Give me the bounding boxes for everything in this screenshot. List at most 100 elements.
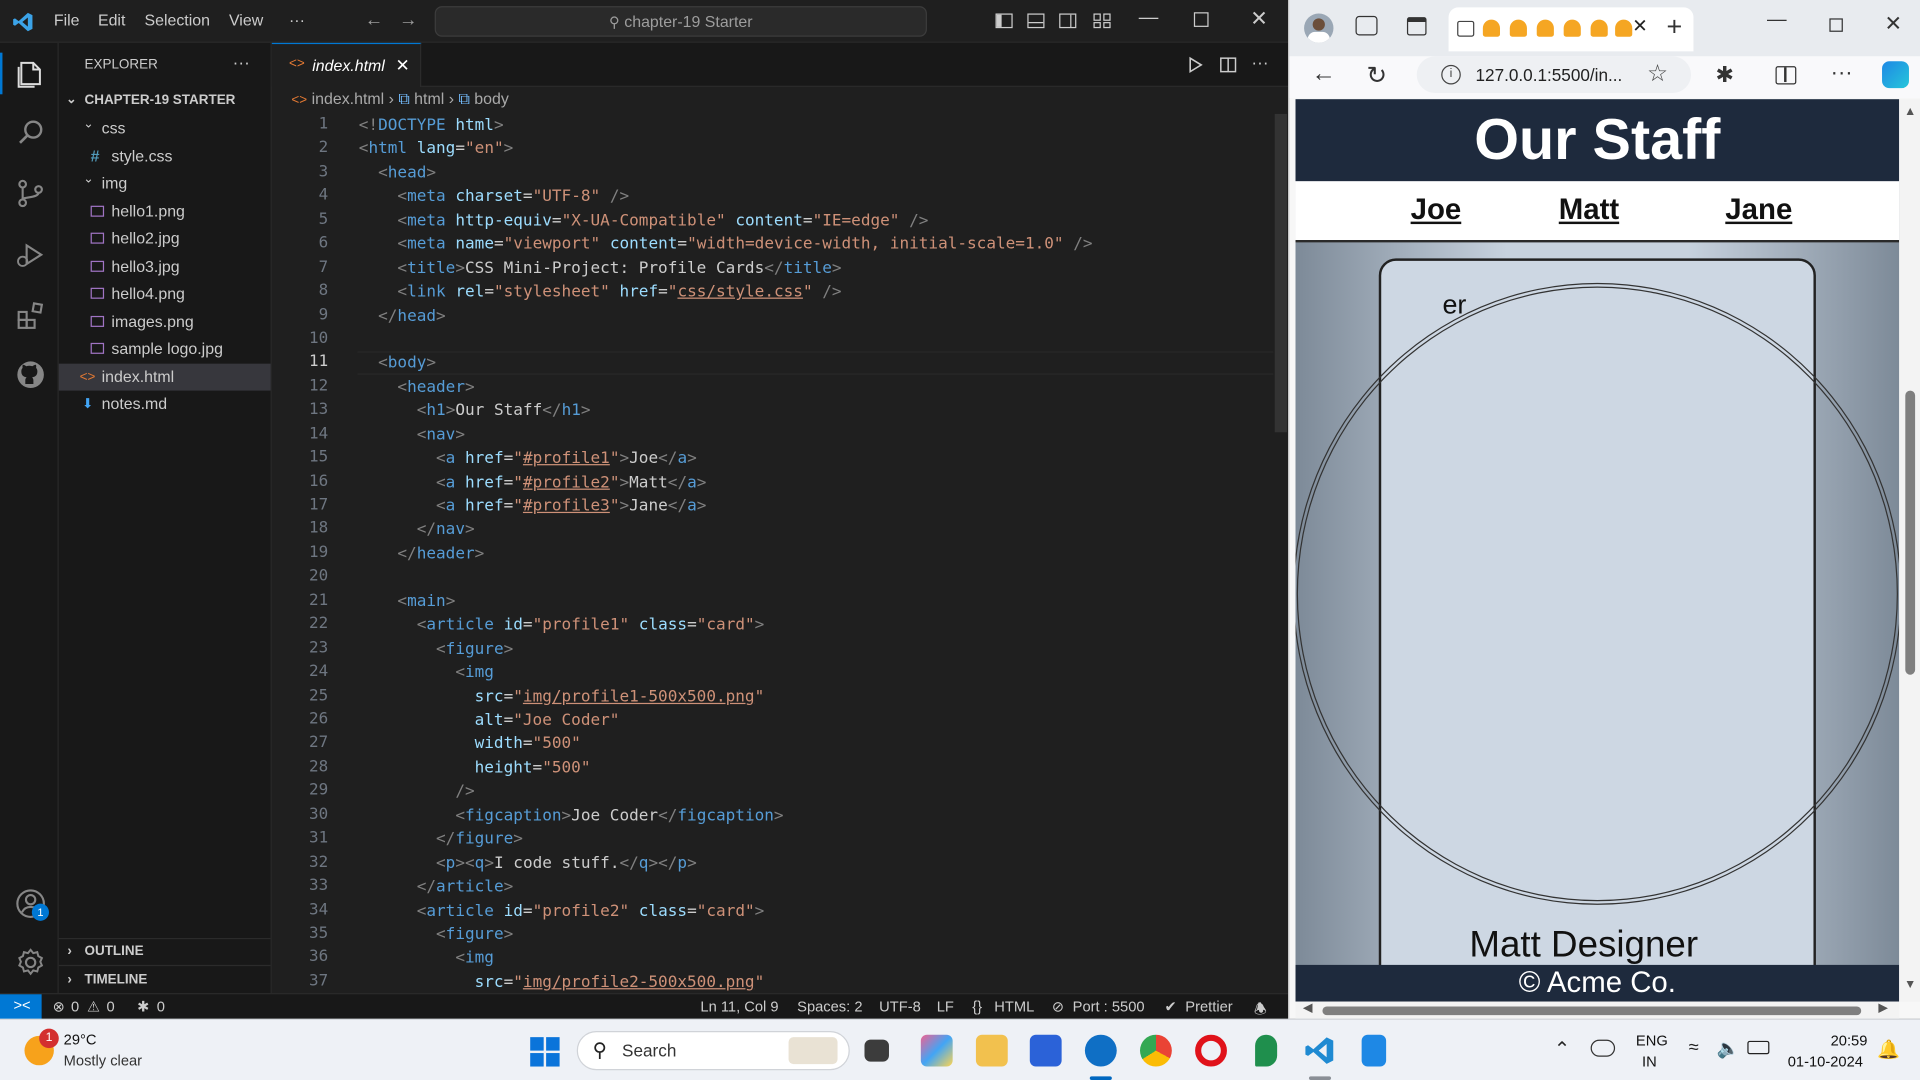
- source-control-icon[interactable]: [15, 178, 47, 210]
- editor-more-icon[interactable]: ···: [1251, 53, 1268, 73]
- nav-link-matt[interactable]: Matt: [1559, 193, 1619, 227]
- microsoft-store-icon[interactable]: [1029, 1034, 1062, 1067]
- maximize-icon[interactable]: [1193, 12, 1209, 27]
- page-horizontal-scrollbar[interactable]: ◀ ▶: [1295, 1001, 1900, 1019]
- scroll-right-icon[interactable]: ▶: [1878, 1002, 1887, 1015]
- weather-temp[interactable]: 29°C: [64, 1031, 97, 1048]
- tree-file-sample-logo[interactable]: sample logo.jpg: [59, 336, 271, 363]
- cursor-position[interactable]: Ln 11, Col 9: [700, 998, 778, 1015]
- opera-icon[interactable]: [1195, 1034, 1227, 1067]
- indentation[interactable]: Spaces: 2: [797, 998, 862, 1015]
- explorer-icon[interactable]: [15, 58, 47, 90]
- favorite-star-icon[interactable]: ☆: [1647, 56, 1668, 93]
- taskbar-search[interactable]: ⚲ Search: [576, 1031, 850, 1071]
- ports-count[interactable]: 0: [157, 998, 165, 1015]
- back-arrow-icon[interactable]: ←: [365, 10, 383, 31]
- chrome-icon[interactable]: [1140, 1034, 1172, 1067]
- tree-file-images[interactable]: images.png: [59, 309, 271, 336]
- close-window-icon[interactable]: ✕: [1884, 12, 1901, 36]
- command-center[interactable]: ⚲ chapter-19 Starter: [434, 6, 927, 37]
- task-view-icon[interactable]: [864, 1039, 889, 1062]
- file-explorer-icon[interactable]: [975, 1034, 1008, 1067]
- tree-file-index-html[interactable]: <> index.html: [58, 363, 271, 391]
- workspace-root[interactable]: ⌄ CHAPTER-19 STARTER: [59, 87, 271, 114]
- error-count[interactable]: 0: [71, 998, 79, 1015]
- breadcrumb-body[interactable]: body: [474, 89, 509, 107]
- warning-icon[interactable]: ⚠: [87, 998, 100, 1015]
- ports-icon[interactable]: ✱: [137, 998, 149, 1015]
- vscode-taskbar-icon[interactable]: [1304, 1035, 1336, 1067]
- extensions-puzzle-icon[interactable]: ✱: [1716, 62, 1734, 88]
- battery-icon[interactable]: [1747, 1040, 1770, 1055]
- run-icon[interactable]: [1187, 56, 1204, 74]
- tree-folder-img[interactable]: ⌄ img: [59, 170, 271, 197]
- nav-link-jane[interactable]: Jane: [1725, 193, 1792, 227]
- toggle-primary-sidebar-icon[interactable]: [994, 11, 1014, 31]
- refresh-icon[interactable]: ↻: [1367, 60, 1388, 91]
- code-editor[interactable]: <!DOCTYPE html> <html lang="en"> <head> <…: [359, 114, 1275, 993]
- active-browser-tab[interactable]: ✕: [1448, 7, 1694, 52]
- customize-layout-icon[interactable]: [1092, 11, 1112, 31]
- tree-file-hello2[interactable]: hello2.jpg: [59, 225, 271, 252]
- search-view-icon[interactable]: [15, 116, 47, 148]
- settings-gear-icon[interactable]: [15, 947, 47, 979]
- edge-icon[interactable]: [1084, 1034, 1117, 1067]
- warning-count[interactable]: 0: [107, 998, 115, 1015]
- volume-icon[interactable]: 🔈: [1717, 1037, 1740, 1059]
- copilot-app-icon[interactable]: [920, 1034, 953, 1067]
- tree-folder-css[interactable]: ⌄ css: [59, 115, 271, 142]
- breadcrumb-html[interactable]: html: [414, 89, 444, 107]
- end-of-line[interactable]: LF: [937, 998, 954, 1015]
- scroll-up-icon[interactable]: ▲: [1904, 105, 1916, 118]
- live-server-port[interactable]: Port : 5500: [1073, 998, 1145, 1015]
- nav-link-joe[interactable]: Joe: [1411, 193, 1462, 227]
- extensions-icon[interactable]: [15, 300, 47, 332]
- scrollbar-thumb[interactable]: [1905, 390, 1916, 675]
- encoding[interactable]: UTF-8: [879, 998, 921, 1015]
- menu-selection[interactable]: Selection: [144, 11, 209, 29]
- scroll-left-icon[interactable]: ◀: [1303, 1002, 1312, 1015]
- tree-file-hello3[interactable]: hello3.jpg: [59, 253, 271, 280]
- github-icon[interactable]: [15, 359, 47, 391]
- menu-more[interactable]: ···: [289, 11, 305, 29]
- minimize-icon[interactable]: —: [1139, 7, 1159, 29]
- scroll-down-icon[interactable]: ▼: [1904, 978, 1916, 991]
- menu-view[interactable]: View: [229, 11, 263, 29]
- windows-start-icon[interactable]: [529, 1036, 561, 1068]
- settings-more-icon[interactable]: ···: [1831, 60, 1853, 86]
- notification-bell-icon[interactable]: 🔔: [1877, 1038, 1900, 1061]
- page-vertical-scrollbar[interactable]: ▲ ▼: [1899, 99, 1920, 1002]
- explorer-more-icon[interactable]: ···: [233, 53, 250, 73]
- close-window-icon[interactable]: ✕: [1250, 7, 1267, 31]
- close-tab-icon[interactable]: ✕: [396, 55, 410, 76]
- split-screen-icon[interactable]: [1775, 66, 1797, 85]
- site-info-icon[interactable]: i: [1441, 64, 1461, 85]
- scrollbar-thumb[interactable]: [1322, 1006, 1862, 1016]
- back-arrow-icon[interactable]: ←: [1311, 60, 1335, 88]
- profile-avatar[interactable]: [1304, 13, 1334, 43]
- run-debug-icon[interactable]: [15, 239, 47, 271]
- close-tab-icon[interactable]: ✕: [1632, 15, 1647, 37]
- language-mode[interactable]: HTML: [994, 998, 1034, 1015]
- tab-index-html[interactable]: <> index.html ✕: [271, 42, 422, 87]
- split-editor-icon[interactable]: [1220, 56, 1237, 73]
- mongodb-compass-icon[interactable]: [1255, 1034, 1278, 1067]
- breadcrumb-file[interactable]: index.html: [312, 89, 385, 107]
- language-top[interactable]: ENG: [1636, 1032, 1668, 1049]
- copilot-icon[interactable]: [1882, 61, 1909, 89]
- wifi-icon[interactable]: ≈: [1689, 1037, 1699, 1058]
- onedrive-icon[interactable]: [1590, 1039, 1616, 1057]
- notepad-icon[interactable]: [1361, 1034, 1387, 1067]
- workspaces-icon[interactable]: [1355, 15, 1378, 36]
- prettier-status[interactable]: Prettier: [1185, 998, 1232, 1015]
- tree-file-hello4[interactable]: hello4.png: [59, 280, 271, 307]
- toggle-secondary-sidebar-icon[interactable]: [1058, 11, 1078, 31]
- remote-indicator[interactable]: ><: [0, 994, 42, 1020]
- errors-icon[interactable]: ⊗: [53, 998, 65, 1015]
- tree-file-notes-md[interactable]: ⬇ notes.md: [59, 391, 271, 418]
- maximize-icon[interactable]: [1829, 18, 1843, 32]
- timeline-section[interactable]: › TIMELINE: [59, 966, 271, 993]
- weather-desc[interactable]: Mostly clear: [64, 1052, 142, 1069]
- clock-time[interactable]: 20:59: [1831, 1032, 1868, 1049]
- tree-file-hello1[interactable]: hello1.png: [59, 198, 271, 225]
